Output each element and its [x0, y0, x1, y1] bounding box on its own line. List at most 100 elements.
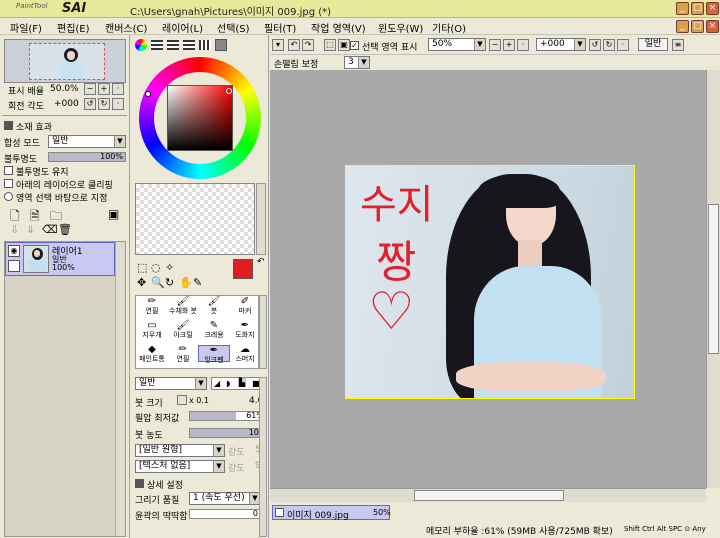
- selection-display-checkbox[interactable]: ✓: [350, 41, 359, 50]
- hscroll-thumb[interactable]: [414, 490, 564, 501]
- navigator-thumbnail[interactable]: [4, 39, 126, 83]
- toolbar-zoom-out-button[interactable]: −: [489, 39, 501, 51]
- sv-picker-icon[interactable]: [226, 88, 232, 94]
- density-slider[interactable]: 100: [189, 428, 267, 438]
- tool-brush[interactable]: 🖌 붓: [198, 297, 230, 316]
- canvas-image[interactable]: 수지 짱 ♡: [345, 165, 635, 399]
- detail-expand-icon[interactable]: [135, 479, 144, 488]
- view-mode-button[interactable]: 일반: [638, 38, 668, 51]
- tool-inkpen[interactable]: ✒ 잉크펜: [198, 345, 230, 364]
- zoom-out-button[interactable]: −: [84, 83, 96, 95]
- toolbar-rotate-left-button[interactable]: ↺: [589, 39, 601, 51]
- mixer-icon[interactable]: [183, 40, 195, 50]
- tool-watercolor[interactable]: 🖌 수채화 붓: [167, 297, 199, 316]
- tip-round-icon[interactable]: ◗: [226, 379, 230, 388]
- primary-color-swatch[interactable]: [233, 259, 253, 279]
- tip-shape-icon[interactable]: ◢: [214, 379, 220, 388]
- color-wheel[interactable]: [139, 57, 261, 179]
- undo-icon[interactable]: ↶: [288, 39, 300, 51]
- close-button[interactable]: ×: [706, 2, 719, 15]
- menu-layer[interactable]: 레이어(L): [162, 20, 203, 35]
- menu-filter[interactable]: 필터(T): [264, 20, 296, 35]
- zoom-in-button[interactable]: +: [98, 83, 110, 95]
- toolbar-zoom-reset-button[interactable]: ·: [517, 39, 529, 51]
- zoom-reset-button[interactable]: ·: [112, 83, 124, 95]
- tool-marker[interactable]: ✐ 마커: [229, 297, 261, 316]
- toolbar-menu-icon[interactable]: ▾: [272, 39, 284, 51]
- tip-flat-icon[interactable]: ▙: [238, 378, 247, 387]
- redo-icon[interactable]: ↷: [302, 39, 314, 51]
- swatches-icon[interactable]: [199, 40, 211, 50]
- keep-opacity-checkbox[interactable]: [4, 166, 13, 175]
- hand-icon[interactable]: ✋: [179, 276, 193, 289]
- menu-window[interactable]: 윈도우(W): [378, 20, 423, 35]
- minimize-button[interactable]: _: [676, 2, 689, 15]
- menu-canvas[interactable]: 캔버스(C): [105, 20, 147, 35]
- zoom-icon[interactable]: 🔍: [151, 276, 165, 289]
- selection-source-checkbox[interactable]: [4, 192, 13, 201]
- menu-other[interactable]: 기타(O): [432, 20, 466, 35]
- opacity-slider[interactable]: 100%: [48, 152, 126, 162]
- scratchpad-icon[interactable]: [215, 39, 227, 51]
- clear-layer-icon[interactable]: ⌫: [42, 223, 58, 236]
- doc-maximize-button[interactable]: □: [691, 20, 704, 33]
- merge-down-icon[interactable]: ⇓: [26, 223, 35, 236]
- tool-smudge[interactable]: ☁ 스머지: [229, 345, 261, 364]
- edge-slider[interactable]: 0: [189, 509, 261, 519]
- rotate-right-button[interactable]: ↻: [98, 98, 110, 110]
- magic-wand-icon[interactable]: ✧: [165, 261, 174, 274]
- hsv-slider-icon[interactable]: [167, 40, 179, 50]
- size-multiplier-button[interactable]: [177, 395, 187, 405]
- canvas-viewport[interactable]: 수지 짱 ♡: [270, 70, 706, 488]
- lock-icon[interactable]: [8, 260, 20, 272]
- clipping-checkbox[interactable]: [4, 179, 13, 188]
- effects-expand-icon[interactable]: [4, 121, 13, 130]
- toolbar-zoom-in-button[interactable]: +: [503, 39, 515, 51]
- canvas-hscrollbar[interactable]: [270, 488, 706, 502]
- tool-scrollbar[interactable]: [259, 295, 267, 369]
- menu-select[interactable]: 선택(S): [217, 20, 250, 35]
- tool-bucket[interactable]: ◆ 페인트통: [136, 345, 168, 364]
- toolbar-rotate-reset-button[interactable]: ·: [617, 39, 629, 51]
- vscroll-thumb[interactable]: [708, 204, 719, 354]
- layer-scrollbar[interactable]: [115, 242, 125, 536]
- brush-mode-dropdown[interactable]: 일반 ▼: [135, 377, 207, 390]
- brush-shape-buttons[interactable]: ◢ ◗ ▙ ■: [211, 377, 265, 390]
- tool-paper[interactable]: ✒ 도화지: [229, 321, 261, 340]
- tool-acrylic[interactable]: 🖌 아크릴: [167, 321, 199, 340]
- layer-row[interactable]: ◉ 레이어1 일반 100%: [5, 242, 115, 276]
- move-icon[interactable]: ✥: [137, 276, 146, 289]
- min-size-slider[interactable]: 61%: [189, 411, 267, 421]
- brush-shape-dropdown[interactable]: [일반 원형] ▼: [135, 444, 225, 457]
- menu-view[interactable]: 작업 영역(V): [311, 20, 366, 35]
- lasso-icon[interactable]: ◌: [151, 261, 161, 274]
- maximize-button[interactable]: □: [691, 2, 704, 15]
- saturation-value-box[interactable]: [167, 85, 233, 151]
- tool-eraser[interactable]: ▭ 지우개: [136, 321, 168, 340]
- document-tab[interactable]: 이미지 009.jpg 50%: [272, 505, 391, 521]
- zoom-dropdown[interactable]: 50% ▼: [428, 38, 486, 51]
- transfer-down-icon[interactable]: ⇩: [10, 223, 19, 236]
- toolbar-rotate-right-button[interactable]: ↻: [603, 39, 615, 51]
- rect-select-icon[interactable]: ⬚: [137, 261, 147, 274]
- brush-scrollbar[interactable]: [259, 377, 267, 537]
- angle-dropdown[interactable]: +000 ▼: [536, 38, 586, 51]
- deselect-icon[interactable]: ⬚: [324, 39, 336, 51]
- texture-dropdown[interactable]: [텍스처 없음] ▼: [135, 460, 225, 473]
- tool-pencil2[interactable]: ✏ 연필: [167, 345, 199, 364]
- tool-pencil[interactable]: ✏ 연필: [136, 297, 168, 316]
- layer-settings-icon[interactable]: ▣: [108, 207, 119, 221]
- flip-icon[interactable]: ≡: [672, 39, 684, 51]
- blend-mode-dropdown[interactable]: 일반 ▼: [48, 135, 126, 148]
- rotate-reset-button[interactable]: ·: [112, 98, 124, 110]
- doc-close-button[interactable]: ×: [706, 20, 719, 33]
- tool-crayon[interactable]: ✎ 크레용: [198, 321, 230, 340]
- eye-icon[interactable]: ◉: [8, 245, 20, 257]
- menu-file[interactable]: 파일(F): [10, 20, 42, 35]
- quality-dropdown[interactable]: 1 (속도 우선) ▼: [189, 492, 261, 505]
- rgb-slider-icon[interactable]: [151, 40, 163, 50]
- swatch-area[interactable]: [135, 183, 255, 255]
- invert-select-icon[interactable]: ▣: [338, 39, 350, 51]
- rotate-left-button[interactable]: ↺: [84, 98, 96, 110]
- hue-picker-icon[interactable]: [145, 91, 151, 97]
